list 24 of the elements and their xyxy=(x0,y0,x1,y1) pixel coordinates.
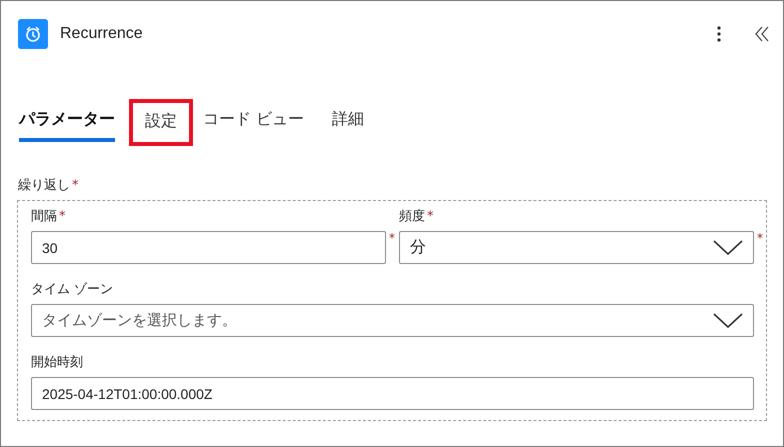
required-mark: * xyxy=(72,178,78,193)
section-label: 繰り返し xyxy=(18,178,70,193)
tab[interactable]: 設定 xyxy=(129,99,193,146)
required-mark: * xyxy=(388,231,396,245)
more-options-icon[interactable] xyxy=(717,26,721,42)
card-title: Recurrence xyxy=(60,25,143,43)
required-mark: * xyxy=(59,209,66,224)
required-mark: * xyxy=(427,209,434,224)
required-mark: * xyxy=(756,231,764,245)
tab[interactable]: 詳細 xyxy=(332,103,364,142)
alarm-clock-icon xyxy=(18,19,48,49)
collapse-icon[interactable] xyxy=(755,26,769,42)
chevron-down-icon xyxy=(713,312,743,328)
dropdown-field[interactable]: タイムゾーンを選択します。 xyxy=(31,304,754,337)
tab[interactable]: コード ビュー xyxy=(203,103,304,142)
field-label: 間隔 xyxy=(31,209,57,224)
tab[interactable]: パラメーター xyxy=(19,103,115,142)
field-label: 開始時刻 xyxy=(31,355,83,370)
field-label: 頻度 xyxy=(399,209,425,224)
input-field[interactable]: 2025-04-12T01:00:00.000Z xyxy=(31,377,754,410)
field-label: タイム ゾーン xyxy=(31,282,114,297)
dropdown-field[interactable]: 分 xyxy=(399,231,754,264)
input-field[interactable]: 30 xyxy=(31,231,386,264)
chevron-down-icon xyxy=(713,240,743,256)
